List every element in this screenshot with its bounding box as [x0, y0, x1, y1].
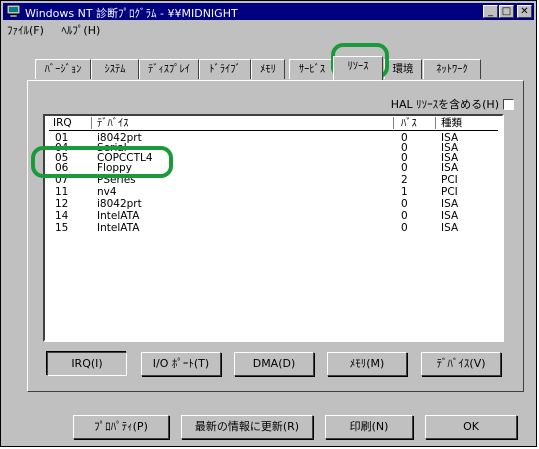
menu-help[interactable]: ﾍﾙﾌﾟ(H) — [61, 24, 100, 37]
row-irq: 12 — [55, 198, 69, 210]
header-separator — [393, 117, 394, 129]
list-row-irq14[interactable]: 14 IntelATA 0 ISA — [45, 210, 502, 222]
col-header-device[interactable]: ﾃﾞﾊﾞｲｽ — [97, 116, 129, 130]
row-type: ISA — [441, 198, 459, 210]
menu-file[interactable]: ﾌｧｲﾙ(F) — [7, 24, 44, 37]
window-title: Windows NT 診断ﾌﾟﾛｸﾞﾗﾑ - ¥¥MIDNIGHT — [25, 7, 238, 20]
tab-network[interactable]: ﾈｯﾄﾜｰｸ — [423, 59, 481, 79]
header-separator — [435, 117, 436, 129]
properties-button[interactable]: ﾌﾟﾛﾊﾟﾃｨ(P) — [73, 415, 169, 439]
row-irq: 15 — [55, 222, 69, 234]
tab-system[interactable]: ｼｽﾃﾑ — [91, 59, 139, 79]
tab-environment[interactable]: 環境 — [384, 59, 422, 79]
row-irq: 11 — [55, 186, 69, 198]
maximize-icon: □ — [501, 6, 512, 17]
tab-drives[interactable]: ﾄﾞﾗｲﾌﾞ — [199, 59, 251, 79]
refresh-button[interactable]: 最新の情報に更新(R) — [181, 415, 313, 439]
title-bar[interactable]: Windows NT 診断ﾌﾟﾛｸﾞﾗﾑ - ¥¥MIDNIGHT _ □ ✕ — [3, 3, 534, 20]
io-port-view-button[interactable]: I/O ﾎﾟｰﾄ(T) — [141, 352, 221, 376]
close-button[interactable]: ✕ — [517, 5, 532, 18]
print-button[interactable]: 印刷(N) — [325, 415, 413, 439]
hal-checkbox[interactable] — [503, 99, 514, 110]
tab-version[interactable]: ﾊﾞｰｼﾞｮﾝ — [35, 59, 91, 79]
memory-view-button[interactable]: ﾒﾓﾘ(M) — [327, 352, 407, 376]
tab-memory[interactable]: ﾒﾓﾘ — [251, 59, 285, 79]
hal-checkbox-row[interactable]: HAL ﾘｿｰｽを含める(H) — [391, 96, 514, 112]
col-header-irq[interactable]: IRQ — [53, 116, 72, 130]
dma-view-button[interactable]: DMA(D) — [234, 352, 314, 376]
list-row-irq11[interactable]: 11 nv4 1 PCI — [45, 186, 502, 198]
row-type: PCI — [441, 186, 458, 198]
row-bus: 0 — [401, 162, 408, 174]
col-header-type[interactable]: 種類 — [441, 116, 462, 130]
ok-button[interactable]: OK — [425, 415, 517, 439]
devices-view-button[interactable]: ﾃﾞﾊﾞｲｽ(V) — [421, 352, 501, 376]
row-bus: 0 — [401, 222, 408, 234]
header-separator — [91, 117, 92, 129]
list-row-irq15[interactable]: 15 IntelATA 0 ISA — [45, 222, 502, 234]
irq-view-button[interactable]: IRQ(I) — [47, 352, 127, 376]
row-device: IntelATA — [97, 222, 140, 234]
row-type: ISA — [441, 162, 459, 174]
tab-services[interactable]: ｻｰﾋﾞｽ — [289, 59, 335, 79]
maximize-button[interactable]: □ — [499, 5, 514, 18]
row-bus: 0 — [401, 198, 408, 210]
tab-display[interactable]: ﾃﾞｨｽﾌﾟﾚｲ — [139, 59, 199, 79]
list-row-irq12[interactable]: 12 i8042prt 0 ISA — [45, 198, 502, 210]
row-irq: 14 — [55, 210, 69, 222]
row-device: i8042prt — [97, 198, 142, 210]
row-device: IntelATA — [97, 210, 140, 222]
annotation-ring-row — [31, 146, 173, 178]
row-bus: 0 — [401, 210, 408, 222]
row-bus: 2 — [401, 174, 408, 186]
row-type: ISA — [441, 210, 459, 222]
row-type: PCI — [441, 174, 458, 186]
minimize-button[interactable]: _ — [483, 5, 498, 18]
app-icon — [7, 5, 20, 18]
tab-resources[interactable]: ﾘｿｰｽ — [333, 56, 383, 80]
col-header-bus[interactable]: ﾊﾞｽ — [401, 116, 417, 130]
row-device: nv4 — [97, 186, 117, 198]
row-type: ISA — [441, 222, 459, 234]
hal-label: HAL ﾘｿｰｽを含める(H) — [390, 98, 499, 111]
close-icon: ✕ — [520, 6, 529, 17]
minimize-icon: _ — [488, 6, 493, 17]
menu-bar: ﾌｧｲﾙ(F) ﾍﾙﾌﾟ(H) — [7, 22, 114, 40]
main-window: Windows NT 診断ﾌﾟﾛｸﾞﾗﾑ - ¥¥MIDNIGHT _ □ ✕ … — [0, 0, 537, 447]
header-divider — [49, 130, 498, 131]
row-bus: 1 — [401, 186, 408, 198]
